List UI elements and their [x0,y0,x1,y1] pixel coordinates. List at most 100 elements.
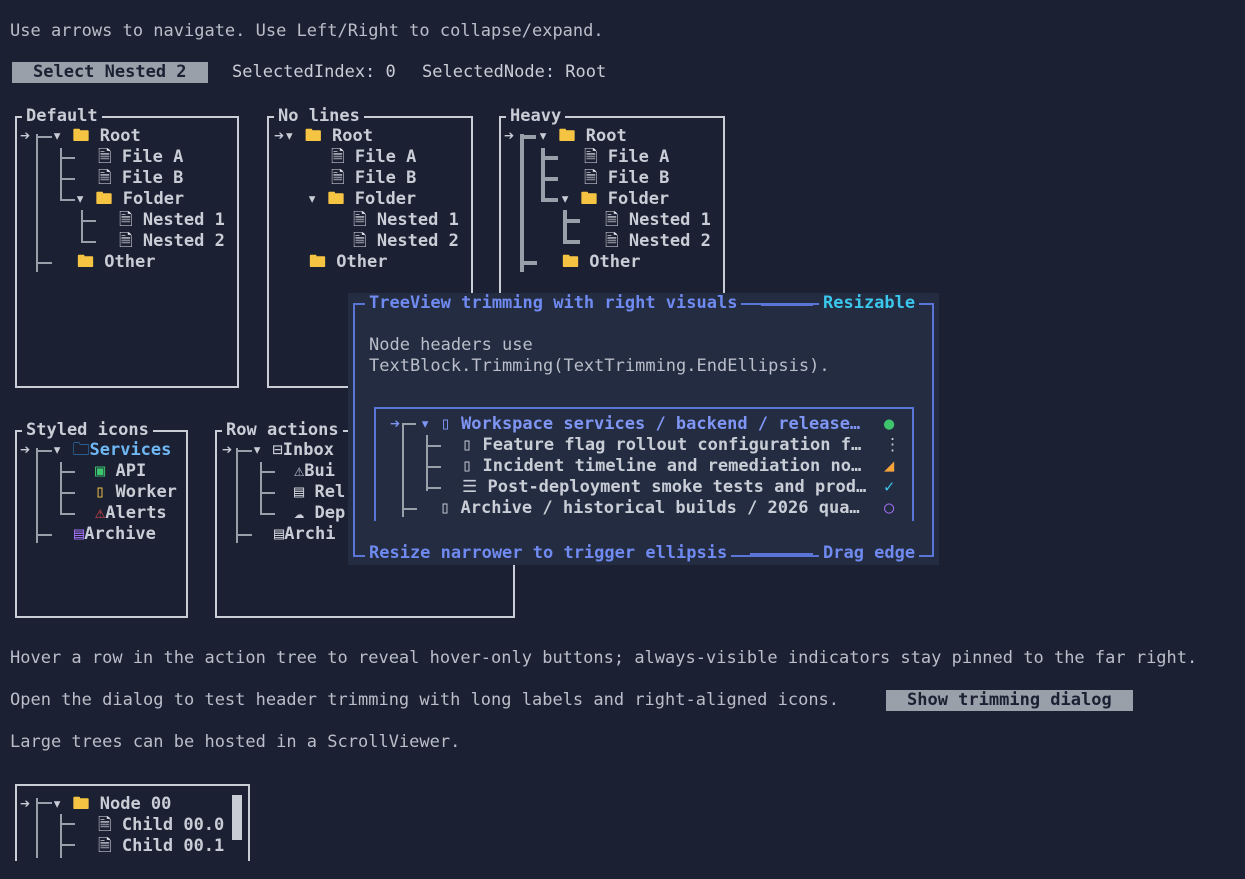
file-icon: 🗎 [353,231,367,251]
trimming-dialog[interactable]: TreeView trimming with right visuals Res… [348,293,939,565]
tree-row-folder[interactable]: ▾ 🖿 Folder [560,189,669,210]
tree-row-folder[interactable]: ▾ 🖿 Folder [75,189,184,210]
tree-row-services[interactable]: ▾ 🗀Services [52,440,171,461]
tree-row-node-00[interactable]: ➔ [20,794,30,815]
tree-row-inbox[interactable]: ➔ [222,440,232,461]
tree-row-node-00[interactable]: ▾ 🖿 Node 00 [52,794,171,815]
file-icon: 🗎 [605,231,619,251]
code-file-icon: ▯ [462,435,473,455]
dialog-frame: TreeView trimming with right visuals Res… [353,293,934,564]
dialog-row-incident[interactable]: ▯ Incident timeline and remediation no… [462,456,861,477]
resizable-label: Resizable [819,293,920,314]
tree-row-other[interactable]: 🖿 Other [77,252,155,273]
chevron-down-icon[interactable]: ▾ [252,440,262,460]
warning-icon: ⚠ [95,503,106,523]
tree-row-services[interactable]: ➔ [20,440,30,461]
panel-title: Heavy [506,106,566,127]
tree-row-file-a[interactable]: 🗎 File A [98,147,183,168]
tree-row-file-b[interactable]: 🗎 File B [584,168,669,189]
folder-icon: 🖿 [77,252,94,272]
tree-row-inbox[interactable]: ▾ ⊟Inbox [252,440,334,461]
tree-row-nested-1[interactable]: 🗎 Nested 1 [353,210,459,231]
dialog-row-feature-flag[interactable]: ▯ Feature flag rollout configuration f… [462,435,861,456]
folder-icon: 🖿 [580,189,598,209]
chevron-down-icon[interactable]: ▾ [52,440,62,460]
tree-row-builds[interactable]: ⚠Bui [294,461,335,482]
tree-row-api[interactable]: ▣ API [95,461,146,482]
dialog-desc-1: Node headers use [369,335,533,355]
file-icon: 🗎 [119,231,133,251]
cloud-icon: ☁ [294,503,305,523]
chevron-down-icon[interactable]: ▾ [284,126,294,146]
chevron-down-icon[interactable]: ▾ [307,189,317,209]
chevron-down-icon[interactable]: ▾ [538,126,548,146]
tree-row-child-00-0[interactable]: 🗎 Child 00.0 [98,815,224,836]
tree-row-file-a[interactable]: 🗎 File A [584,147,669,168]
drag-edge-label[interactable]: Drag edge [819,543,920,564]
tree-row-file-a[interactable]: 🗎 File A [331,147,416,168]
tree-row-alerts[interactable]: ⚠Alerts [95,503,167,524]
dialog-title: TreeView trimming with right visuals [365,293,742,314]
dialog-row-archive[interactable]: ▯ Archive / historical builds / 2026 qua… [440,498,860,519]
tree-row-other[interactable]: 🖿 Other [309,252,387,273]
status-dot-icon: ● [884,414,895,434]
tree-row-nested-2[interactable]: 🗎 Nested 2 [119,231,225,252]
panel-title: No lines [274,106,364,127]
person-icon: ⋮ [884,435,901,455]
folder-icon: 🖿 [558,126,576,146]
check-icon: ✓ [884,477,895,497]
focus-arrow-icon: ➔ [504,126,515,146]
tree-row-root[interactable]: ▾ 🖿 Root [52,126,141,147]
tree-row-nested-1[interactable]: 🗎 Nested 1 [605,210,711,231]
tree-row-worker[interactable]: ▯ Worker [95,482,177,503]
folder-icon: 🖿 [95,189,113,209]
tree-row-child-00-1[interactable]: 🗎 Child 00.1 [98,836,224,857]
tree-row-nested-2[interactable]: 🗎 Nested 2 [353,231,459,252]
dialog-row-workspace[interactable]: ➔ [390,414,400,435]
dialog-row-post-deploy[interactable]: ☰ Post-deployment smoke tests and prod… [462,477,866,498]
tree-row-root[interactable]: ▾ 🖿 Root [538,126,627,147]
chevron-down-icon[interactable]: ▾ [560,189,570,209]
show-dialog-button[interactable]: Show trimming dialog [886,690,1133,711]
checklist-icon: ☰ [462,477,478,497]
tree-row-other[interactable]: 🖿 Other [562,252,640,273]
tree-row-nested-2[interactable]: 🗎 Nested 2 [605,231,711,252]
select-nested-button[interactable]: Select Nested 2 [12,62,208,83]
scrollbar-thumb[interactable] [232,795,242,840]
tree-row-folder[interactable]: ▾ 🖿 Folder [307,189,416,210]
tree-row-releases[interactable]: ▤ Rel [294,482,345,503]
dialog-desc-2: TextBlock.Trimming(TextTrimming.EndEllip… [369,356,830,376]
tree-row-root[interactable]: ➔ [20,126,30,147]
tree-row-nested-1[interactable]: 🗎 Nested 1 [119,210,225,231]
selected-node: SelectedNode: Root [422,62,607,82]
dialog-row-workspace[interactable]: ▾ ▯ Workspace services / backend / relea… [420,414,860,435]
code-file-icon: ▣ [95,461,106,481]
chevron-down-icon[interactable]: ▾ [420,414,430,434]
tree-row-file-b[interactable]: 🗎 File B [98,168,183,189]
instructions-text: Use arrows to navigate. Use Left/Right t… [10,21,604,41]
file-icon: 🗎 [584,147,598,167]
tree-row-root[interactable]: ➔▾ 🖿 Root [274,126,373,147]
tree-row-file-b[interactable]: 🗎 File B [331,168,416,189]
warning-icon: ⚠ [294,461,305,481]
folder-icon: 🖿 [327,189,345,209]
tree-row-deploy[interactable]: ☁ Dep [294,503,345,524]
file-icon: 🗎 [331,168,345,188]
scroll-hint: Large trees can be hosted in a ScrollVie… [10,732,461,752]
tree-row-archive[interactable]: ▤Archi [274,524,335,545]
folder-icon: 🖿 [304,126,322,146]
scroll-viewer[interactable]: ➔ ▾ 🖿 Node 00 🗎 Child 00.0 🗎 Child 00.1 [15,784,250,861]
focus-arrow-icon: ➔ [222,440,233,460]
chevron-down-icon[interactable]: ▾ [52,126,62,146]
archive-icon: ▤ [274,524,285,544]
tree-row-root[interactable]: ➔ [504,126,514,147]
panel-title: Default [22,106,102,127]
file-icon: 🗎 [98,147,112,167]
file-icon: 🗎 [331,147,345,167]
file-icon: 🗎 [98,168,112,188]
chevron-down-icon[interactable]: ▾ [75,189,85,209]
dialog-hint: Open the dialog to test header trimming … [10,690,840,710]
tree-row-archive[interactable]: ▤Archive [74,524,156,545]
inbox-icon: ⊟ [272,440,283,460]
chevron-down-icon[interactable]: ▾ [52,794,62,814]
